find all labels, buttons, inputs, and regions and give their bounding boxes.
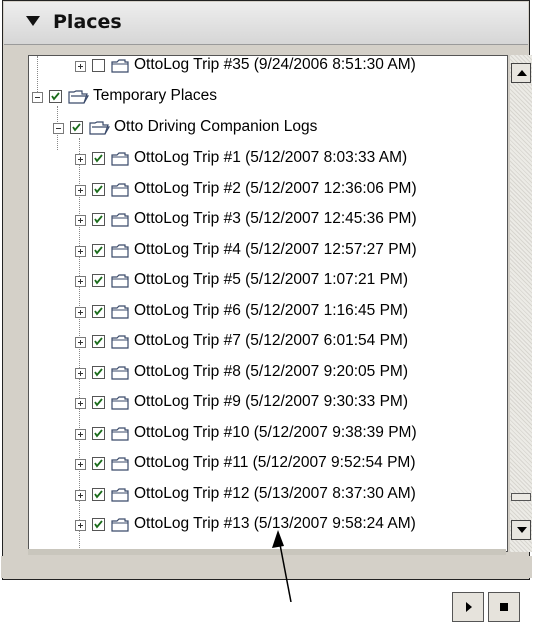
- folder-icon: [111, 426, 129, 445]
- collapse-icon[interactable]: [53, 123, 64, 134]
- tree-row[interactable]: OttoLog Trip #1 (5/12/2007 8:03:33 AM): [29, 144, 507, 174]
- folder-icon: [111, 365, 129, 384]
- play-button[interactable]: [452, 592, 484, 622]
- expand-icon[interactable]: [75, 184, 86, 196]
- stop-icon: [500, 603, 508, 611]
- tree-row[interactable]: OttoLog Trip #2 (5/12/2007 12:36:06 PM): [29, 175, 507, 205]
- tree-row[interactable]: OttoLog Trip #12 (5/13/2007 8:37:30 AM): [29, 480, 507, 510]
- stop-button[interactable]: [488, 592, 520, 622]
- scroll-down-button[interactable]: [511, 520, 531, 540]
- expand-icon[interactable]: [75, 61, 86, 72]
- scroll-up-button[interactable]: [511, 63, 531, 83]
- expand-icon[interactable]: [75, 459, 86, 470]
- tree-row[interactable]: OttoLog Trip #4 (5/12/2007 12:57:27 PM): [29, 236, 507, 266]
- folder-icon: [111, 273, 129, 292]
- folder-icon: [111, 334, 129, 353]
- folder-icon: [111, 456, 129, 475]
- expand-icon[interactable]: [75, 306, 86, 318]
- checkbox[interactable]: [92, 274, 105, 287]
- scrollbar-thumb[interactable]: [511, 493, 531, 501]
- checkbox[interactable]: [92, 335, 105, 348]
- tree-row[interactable]: OttoLog Trip #8 (5/12/2007 9:20:05 PM): [29, 358, 507, 388]
- expand-icon[interactable]: [75, 520, 86, 531]
- arrow-up-icon: [517, 70, 527, 76]
- folder-icon: [111, 182, 129, 201]
- panel-title: Places: [53, 11, 122, 33]
- vertical-scrollbar[interactable]: [510, 55, 532, 552]
- open-folder-icon: [89, 120, 111, 139]
- play-icon: [466, 602, 472, 612]
- checkbox[interactable]: [92, 152, 105, 165]
- expand-icon[interactable]: [75, 398, 86, 409]
- tree-row[interactable]: OttoLog Trip #35 (9/24/2006 8:51:30 AM): [29, 56, 507, 81]
- tree-item-label: OttoLog Trip #2 (5/12/2007 12:36:06 PM): [134, 179, 417, 197]
- open-folder-icon: [68, 89, 90, 108]
- tree-item-label: OttoLog Trip #6 (5/12/2007 1:16:45 PM): [134, 301, 409, 319]
- tree-item-label: OttoLog Trip #12 (5/13/2007 8:37:30 AM): [134, 484, 416, 502]
- checkbox[interactable]: [92, 518, 105, 531]
- checkbox[interactable]: [70, 121, 83, 134]
- checkbox[interactable]: [92, 457, 105, 470]
- tree-item-label: OttoLog Trip #9 (5/12/2007 9:30:33 PM): [134, 393, 409, 410]
- tree-row[interactable]: OttoLog Trip #9 (5/12/2007 9:30:33 PM): [29, 388, 507, 418]
- expand-icon[interactable]: [75, 245, 86, 257]
- expand-icon[interactable]: [75, 428, 86, 440]
- checkbox[interactable]: [92, 426, 105, 440]
- folder-icon: [111, 517, 129, 536]
- checkbox[interactable]: [92, 182, 105, 196]
- collapse-icon[interactable]: [32, 92, 43, 103]
- tree-item-label: OttoLog Trip #11 (5/12/2007 9:52:54 PM): [134, 454, 416, 471]
- control-bar: [1, 556, 532, 578]
- arrow-down-icon: [517, 527, 527, 533]
- folder-icon: [111, 58, 129, 77]
- checkbox[interactable]: [92, 59, 105, 72]
- checkbox[interactable]: [92, 213, 105, 226]
- tree-item-label: OttoLog Trip #8 (5/12/2007 9:20:05 PM): [134, 362, 409, 380]
- tree-item-label: Temporary Places: [93, 87, 218, 104]
- folder-icon: [111, 212, 129, 231]
- folder-icon: [111, 304, 129, 323]
- folder-icon: [111, 243, 129, 262]
- checkbox[interactable]: [92, 487, 105, 501]
- places-tree[interactable]: OttoLog Trip #35 (9/24/2006 8:51:30 AM) T…: [28, 55, 508, 552]
- tree-row[interactable]: OttoLog Trip #5 (5/12/2007 1:07:21 PM): [29, 266, 507, 296]
- places-panel: Places OttoLog Trip #35 (9/24/2006 8:51:…: [0, 0, 533, 622]
- expand-icon[interactable]: [75, 276, 86, 287]
- folder-icon: [111, 487, 129, 506]
- tree-row[interactable]: Temporary Places: [29, 82, 507, 112]
- places-header[interactable]: Places: [4, 2, 528, 45]
- tree-item-label: OttoLog Trip #3 (5/12/2007 12:45:36 PM): [134, 210, 417, 227]
- folder-icon: [111, 395, 129, 414]
- checkbox[interactable]: [92, 243, 105, 257]
- tree-row[interactable]: OttoLog Trip #11 (5/12/2007 9:52:54 PM): [29, 449, 507, 479]
- horizontal-scrollbar[interactable]: [28, 549, 506, 555]
- tree-row[interactable]: OttoLog Trip #13 (5/13/2007 9:58:24 AM): [29, 510, 507, 540]
- checkbox[interactable]: [92, 304, 105, 318]
- tree-item-label: OttoLog Trip #5 (5/12/2007 1:07:21 PM): [134, 271, 409, 288]
- tree-row[interactable]: OttoLog Trip #10 (5/12/2007 9:38:39 PM): [29, 419, 507, 449]
- tree-row[interactable]: OttoLog Trip #7 (5/12/2007 6:01:54 PM): [29, 327, 507, 357]
- expand-icon[interactable]: [75, 154, 86, 165]
- tree-row[interactable]: Otto Driving Companion Logs: [29, 113, 507, 143]
- tree-item-label: Otto Driving Companion Logs: [114, 118, 318, 135]
- checkbox[interactable]: [49, 90, 62, 103]
- tree-item-label: OttoLog Trip #1 (5/12/2007 8:03:33 AM): [134, 149, 408, 166]
- checkbox[interactable]: [92, 365, 105, 379]
- folder-icon: [111, 151, 129, 170]
- tree-item-label: OttoLog Trip #4 (5/12/2007 12:57:27 PM): [134, 240, 417, 258]
- tree-item-label: OttoLog Trip #13 (5/13/2007 9:58:24 AM): [134, 515, 416, 532]
- triangle-down-icon[interactable]: [26, 16, 40, 26]
- tree-item-label: OttoLog Trip #35 (9/24/2006 8:51:30 AM): [134, 56, 416, 73]
- expand-icon[interactable]: [75, 367, 86, 379]
- tree-row[interactable]: OttoLog Trip #3 (5/12/2007 12:45:36 PM): [29, 205, 507, 235]
- expand-icon[interactable]: [75, 337, 86, 348]
- tree-row[interactable]: OttoLog Trip #6 (5/12/2007 1:16:45 PM): [29, 297, 507, 327]
- expand-icon[interactable]: [75, 215, 86, 226]
- tree-item-label: OttoLog Trip #7 (5/12/2007 6:01:54 PM): [134, 332, 409, 349]
- tree-item-label: OttoLog Trip #10 (5/12/2007 9:38:39 PM): [134, 423, 417, 441]
- expand-icon[interactable]: [75, 489, 86, 501]
- checkbox[interactable]: [92, 396, 105, 409]
